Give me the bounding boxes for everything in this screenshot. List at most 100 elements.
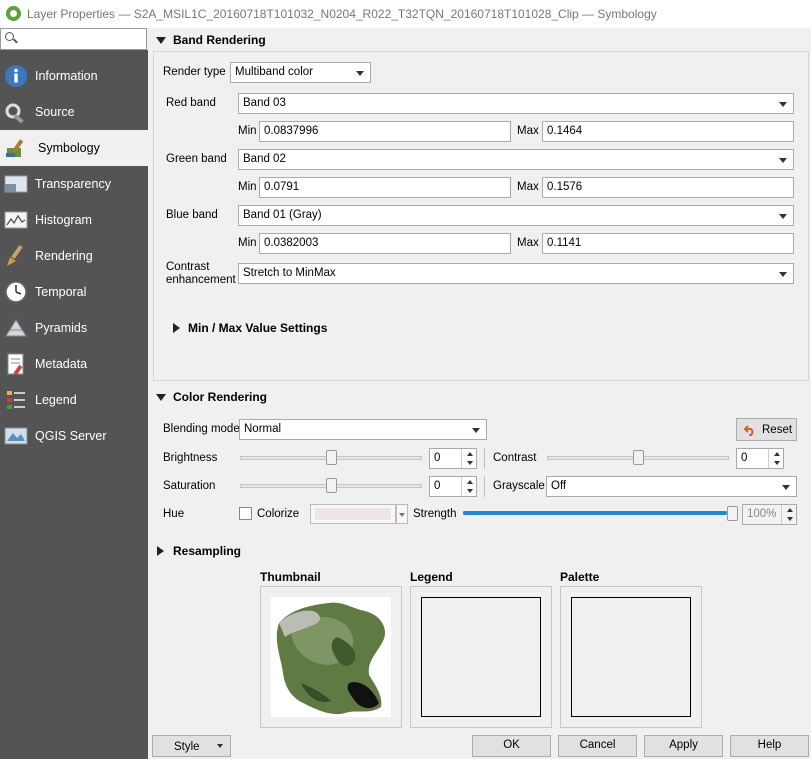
saturation-spinbox[interactable]: 0 — [429, 476, 477, 497]
window-title: Layer Properties — S2A_MSIL1C_20160718T1… — [27, 7, 657, 21]
grayscale-value: Off — [551, 480, 567, 492]
sidebar-item-histogram[interactable]: Histogram — [0, 202, 148, 238]
red-band-select[interactable]: Band 03 — [238, 93, 794, 114]
brightness-spinbox[interactable]: 0 — [429, 448, 477, 469]
strength-spinbox[interactable]: 100% — [742, 504, 797, 525]
green-max-field[interactable]: 0.1576 — [542, 177, 794, 198]
contrast-enhancement-label-line1: Contrast — [166, 261, 210, 273]
sidebar-item-symbology[interactable]: Symbology — [0, 130, 148, 166]
contrast-label: Contrast — [493, 452, 537, 464]
brightness-slider-handle[interactable] — [325, 450, 337, 465]
reset-button[interactable]: Reset — [736, 418, 797, 441]
sidebar-item-source[interactable]: Source — [0, 94, 148, 130]
search-icon — [5, 32, 14, 41]
chevron-down-icon — [217, 744, 223, 748]
chevron-down-icon — [779, 102, 787, 107]
contrast-value: 0 — [741, 452, 748, 464]
arrow-up-icon[interactable] — [787, 508, 793, 512]
arrow-up-icon[interactable] — [467, 452, 473, 456]
green-band-select[interactable]: Band 02 — [238, 149, 794, 170]
arrow-down-icon[interactable] — [467, 461, 473, 465]
divider — [484, 476, 485, 497]
legend-preview-box — [421, 597, 541, 717]
style-label: Style — [174, 741, 200, 753]
sidebar-item-pyramids[interactable]: Pyramids — [0, 310, 148, 346]
legend-preview-label: Legend — [410, 570, 453, 584]
saturation-slider-handle[interactable] — [325, 478, 337, 493]
grayscale-select[interactable]: Off — [546, 476, 797, 497]
blue-min-label: Min — [238, 237, 257, 249]
red-min-field[interactable]: 0.0837996 — [259, 121, 511, 142]
metadata-icon — [7, 353, 24, 376]
thumbnail-frame — [260, 586, 402, 728]
expand-icon[interactable] — [173, 323, 180, 333]
blending-mode-value: Normal — [244, 423, 282, 435]
sidebar-item-metadata[interactable]: Metadata — [0, 346, 148, 382]
saturation-value: 0 — [434, 480, 441, 492]
green-band-label: Green band — [166, 153, 227, 165]
red-band-label: Red band — [166, 97, 216, 109]
contrast-slider-handle[interactable] — [632, 450, 644, 465]
blue-max-field[interactable]: 0.1141 — [542, 233, 794, 254]
green-min-field[interactable]: 0.0791 — [259, 177, 511, 198]
collapse-icon[interactable] — [156, 394, 166, 401]
arrow-down-icon[interactable] — [774, 461, 780, 465]
blue-band-select[interactable]: Band 01 (Gray) — [238, 205, 794, 226]
color-swatch — [315, 508, 391, 520]
contrast-enhancement-label-line2: enhancement — [166, 274, 236, 286]
ok-label: OK — [503, 739, 520, 751]
ok-button[interactable]: OK — [472, 735, 551, 757]
strength-label: Strength — [413, 508, 457, 520]
sidebar-item-label: Information — [35, 69, 98, 83]
sidebar-item-label: Histogram — [35, 213, 92, 227]
arrow-down-icon[interactable] — [467, 489, 473, 493]
color-dropdown-button[interactable] — [396, 504, 408, 524]
contrast-enhancement-select[interactable]: Stretch to MinMax — [238, 263, 794, 284]
band-rendering-header[interactable]: Band Rendering — [173, 33, 266, 47]
info-icon — [5, 65, 27, 87]
sidebar-item-rendering[interactable]: Rendering — [0, 238, 148, 274]
chevron-down-icon — [472, 428, 480, 433]
blending-mode-select[interactable]: Normal — [239, 419, 487, 440]
divider — [484, 448, 485, 469]
search-input[interactable] — [0, 28, 147, 50]
arrow-up-icon[interactable] — [467, 480, 473, 484]
sidebar-item-legend[interactable]: Legend — [0, 382, 148, 418]
red-max-field[interactable]: 0.1464 — [542, 121, 794, 142]
palette-preview-label: Palette — [560, 570, 600, 584]
sidebar-item-transparency[interactable]: Transparency — [0, 166, 148, 202]
colorize-checkbox[interactable] — [239, 507, 252, 520]
sidebar-item-label: QGIS Server — [35, 429, 107, 443]
collapse-icon[interactable] — [156, 37, 166, 44]
minmax-settings-header[interactable]: Min / Max Value Settings — [188, 321, 327, 335]
colorize-label: Colorize — [257, 508, 300, 520]
legend-preview-frame — [410, 586, 552, 728]
sidebar-item-label: Transparency — [35, 177, 111, 191]
brightness-value: 0 — [434, 452, 441, 464]
colorize-color-button[interactable] — [310, 504, 396, 524]
sidebar-item-qgis-server[interactable]: QGIS Server — [0, 418, 148, 454]
render-type-select[interactable]: Multiband color — [230, 62, 371, 83]
arrow-down-icon[interactable] — [787, 517, 793, 521]
resampling-header[interactable]: Resampling — [173, 544, 241, 558]
color-rendering-header[interactable]: Color Rendering — [173, 390, 267, 404]
symbology-icon — [6, 139, 24, 157]
green-min-value: 0.0791 — [264, 181, 300, 193]
blending-mode-label: Blending mode — [163, 423, 240, 435]
reset-label: Reset — [762, 424, 793, 436]
sidebar-item-temporal[interactable]: Temporal — [0, 274, 148, 310]
arrow-up-icon[interactable] — [774, 452, 780, 456]
contrast-spinbox[interactable]: 0 — [736, 448, 784, 469]
legend-icon — [7, 391, 25, 409]
blue-min-field[interactable]: 0.0382003 — [259, 233, 511, 254]
brightness-label: Brightness — [163, 452, 218, 464]
help-button[interactable]: Help — [730, 735, 809, 757]
apply-button[interactable]: Apply — [644, 735, 723, 757]
cancel-button[interactable]: Cancel — [558, 735, 637, 757]
palette-preview-frame — [560, 586, 702, 728]
sidebar-item-information[interactable]: Information — [0, 58, 148, 94]
expand-icon[interactable] — [157, 546, 164, 556]
histogram-icon — [4, 211, 28, 229]
style-button[interactable]: Style — [152, 735, 231, 757]
strength-slider-handle[interactable] — [727, 506, 738, 521]
